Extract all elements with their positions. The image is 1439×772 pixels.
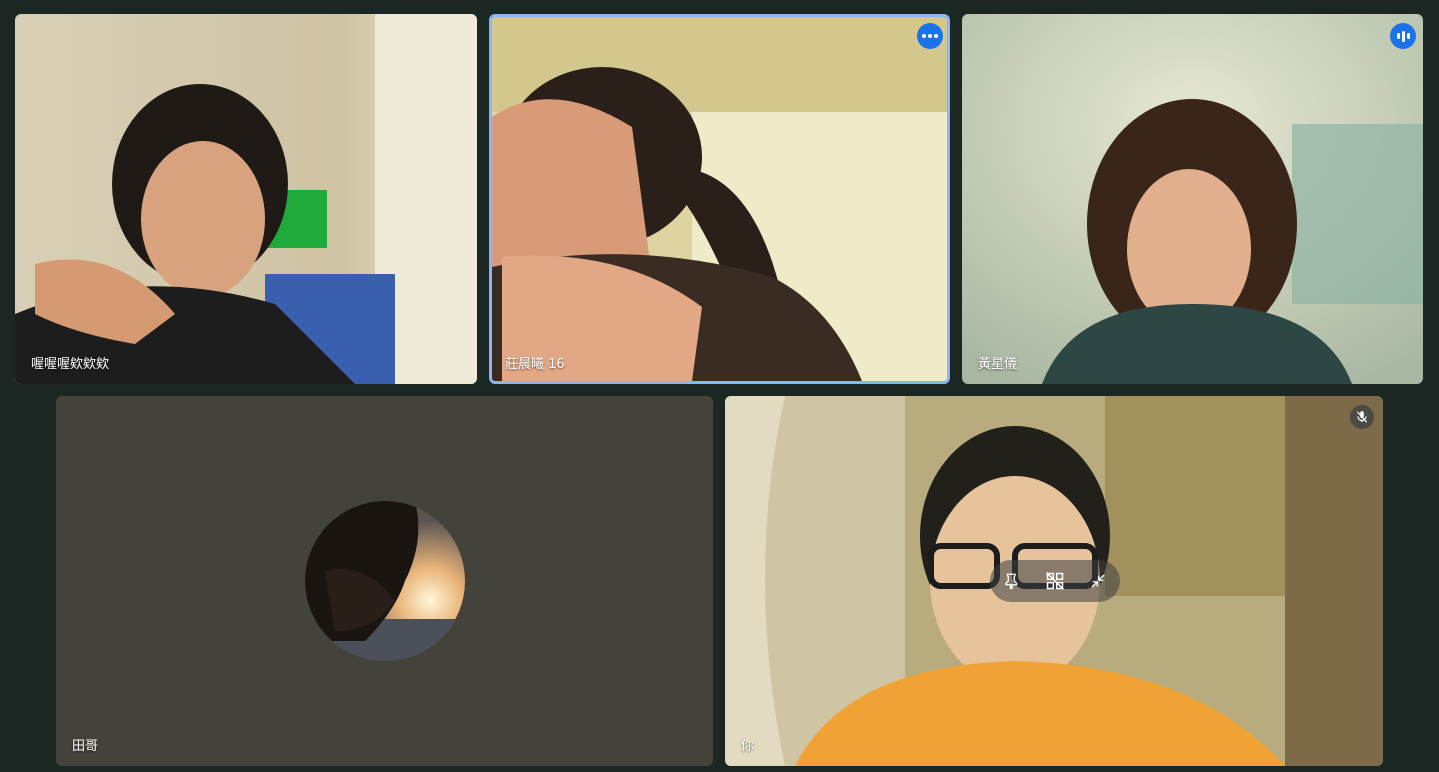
participant-avatar <box>305 501 465 661</box>
participant-name: 莊晨曦 16 <box>505 357 565 372</box>
minimize-icon <box>1091 574 1105 588</box>
pin-button[interactable] <box>999 568 1025 594</box>
participant-tile[interactable]: 田哥 <box>56 396 713 766</box>
remove-from-grid-button[interactable] <box>1042 568 1068 594</box>
participant-tile[interactable]: 黃星儀 <box>962 14 1423 384</box>
minimize-button[interactable] <box>1085 568 1111 594</box>
participant-tile[interactable]: 喔喔喔欸欸欸 <box>15 14 477 384</box>
more-options-icon <box>922 34 938 38</box>
participant-video <box>492 17 947 381</box>
participant-name: 黃星儀 <box>978 357 1018 372</box>
mic-off-icon <box>1350 405 1374 429</box>
pin-icon <box>1004 573 1017 590</box>
audio-level-icon <box>1396 30 1410 42</box>
self-view-tile[interactable]: 你 <box>725 396 1383 766</box>
tile-hover-toolbar <box>990 560 1120 602</box>
participant-name: 你 <box>741 739 755 754</box>
remove-from-grid-icon <box>1046 572 1064 590</box>
participant-tile-active-speaker[interactable]: 莊晨曦 16 <box>489 14 950 384</box>
participant-video <box>15 14 477 384</box>
participant-name: 喔喔喔欸欸欸 <box>31 357 110 372</box>
more-options-button[interactable] <box>917 23 943 49</box>
participant-video <box>962 14 1423 384</box>
participant-name: 田哥 <box>72 739 99 754</box>
speaking-indicator <box>1390 23 1416 49</box>
